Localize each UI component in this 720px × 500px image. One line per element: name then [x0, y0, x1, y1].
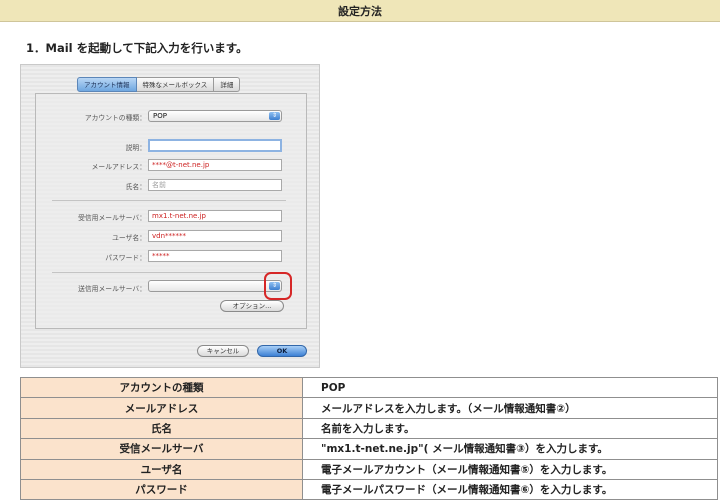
- full-name-label: 氏名：: [125, 183, 146, 191]
- section-divider: [52, 272, 286, 273]
- account-type-label: アカウントの種類：: [84, 114, 146, 122]
- tab-special-mailboxes[interactable]: 特殊なメールボックス: [136, 77, 215, 92]
- outgoing-server-label: 送信用メールサーバ：: [78, 285, 146, 293]
- table-row: パスワード 電子メールパスワード（メール情報通知書⑥）を入力します。: [20, 478, 718, 500]
- table-value-cell: POP: [302, 376, 718, 399]
- table-key-cell: 氏名: [20, 417, 303, 440]
- table-value-cell: 電子メールアカウント（メール情報通知書⑤）を入力します。: [302, 458, 718, 480]
- page-header: 設定方法: [0, 0, 720, 22]
- options-button[interactable]: オプション...: [220, 300, 284, 312]
- page-title: 設定方法: [338, 4, 382, 18]
- table-row: 受信メールサーバ "mx1.t-net.ne.jp"( メール情報通知書③）を入…: [20, 438, 718, 460]
- account-info-panel: アカウントの種類： POP ⇕ 説明： メールアドレス： ****@t-net.…: [35, 93, 307, 329]
- table-row: 氏名 名前を入力します。: [20, 417, 718, 440]
- tab-account-info[interactable]: アカウント情報: [77, 77, 137, 92]
- username-input[interactable]: vdn******: [148, 230, 282, 242]
- password-label: パスワード：: [105, 254, 146, 262]
- table-key-cell: パスワード: [20, 478, 303, 500]
- account-type-select[interactable]: POP ⇕: [148, 110, 282, 122]
- table-row: アカウントの種類 POP: [20, 376, 718, 399]
- table-value-cell: 電子メールパスワード（メール情報通知書⑥）を入力します。: [302, 478, 718, 500]
- dialog-tabs: アカウント情報 特殊なメールボックス 詳細: [77, 77, 241, 92]
- incoming-server-input[interactable]: mx1.t-net.ne.jp: [148, 210, 282, 222]
- table-row: ユーザ名 電子メールアカウント（メール情報通知書⑤）を入力します。: [20, 458, 718, 480]
- table-row: メールアドレス メールアドレスを入力します。（メール情報通知書②）: [20, 397, 718, 419]
- description-input[interactable]: [148, 139, 282, 152]
- password-input[interactable]: *****: [148, 250, 282, 262]
- section-divider: [52, 200, 286, 201]
- table-key-cell: 受信メールサーバ: [20, 438, 303, 460]
- table-value-cell: メールアドレスを入力します。（メール情報通知書②）: [302, 397, 718, 419]
- email-label: メールアドレス：: [91, 163, 146, 171]
- description-label: 説明：: [125, 144, 146, 152]
- tab-advanced[interactable]: 詳細: [214, 77, 241, 92]
- incoming-server-label: 受信用メールサーバ：: [78, 214, 146, 222]
- cancel-button[interactable]: キャンセル: [197, 345, 249, 357]
- step-instruction: 1．Mail を起動して下記入力を行います。: [26, 41, 248, 55]
- red-highlight-circle: [264, 272, 292, 300]
- username-label: ユーザ名：: [112, 234, 146, 242]
- mail-account-dialog: アカウント情報 特殊なメールボックス 詳細 アカウントの種類： POP ⇕ 説明…: [20, 64, 320, 368]
- table-key-cell: ユーザ名: [20, 458, 303, 480]
- table-value-cell: "mx1.t-net.ne.jp"( メール情報通知書③）を入力します。: [302, 438, 718, 460]
- outgoing-server-select[interactable]: ⇕: [148, 280, 282, 292]
- table-value-cell: 名前を入力します。: [302, 417, 718, 440]
- full-name-input[interactable]: 名前: [148, 179, 282, 191]
- ok-button[interactable]: OK: [257, 345, 307, 357]
- email-input[interactable]: ****@t-net.ne.jp: [148, 159, 282, 171]
- select-arrows-icon: ⇕: [269, 112, 280, 120]
- table-key-cell: メールアドレス: [20, 397, 303, 419]
- settings-table: アカウントの種類 POP メールアドレス メールアドレスを入力します。（メール情…: [20, 376, 718, 500]
- table-key-cell: アカウントの種類: [20, 376, 303, 399]
- account-type-value: POP: [153, 112, 167, 120]
